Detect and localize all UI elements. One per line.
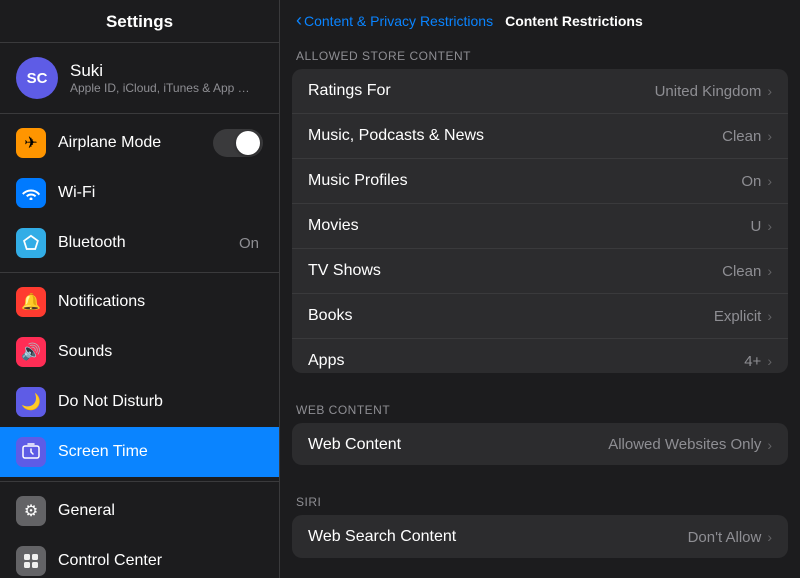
user-profile-row[interactable]: SC Suki Apple ID, iCloud, iTunes & App S… xyxy=(0,43,279,114)
web-search-content-row[interactable]: Web Search Content Don't Allow › xyxy=(292,515,788,558)
chevron-icon: › xyxy=(767,83,772,99)
sidebar-item-label: Notifications xyxy=(58,293,263,311)
web-search-label: Web Search Content xyxy=(308,528,688,546)
chevron-icon: › xyxy=(767,308,772,324)
apps-row[interactable]: Apps 4+ › xyxy=(292,339,788,373)
screen-time-icon xyxy=(16,437,46,467)
sidebar-item-label: Wi-Fi xyxy=(58,184,263,202)
sidebar-item-wifi[interactable]: Wi-Fi xyxy=(0,168,279,218)
apps-value: 4+ xyxy=(744,353,761,370)
sidebar-item-do-not-disturb[interactable]: 🌙 Do Not Disturb xyxy=(0,377,279,427)
tv-shows-value: Clean xyxy=(722,263,761,280)
tv-shows-row[interactable]: TV Shows Clean › xyxy=(292,249,788,294)
nav-back-label: Content & Privacy Restrictions xyxy=(304,13,493,29)
chevron-icon: › xyxy=(767,173,772,189)
sidebar-item-sounds[interactable]: 🔊 Sounds xyxy=(0,327,279,377)
web-search-value: Don't Allow xyxy=(688,529,762,546)
notifications-icon: 🔔 xyxy=(16,287,46,317)
wifi-icon xyxy=(16,178,46,208)
sidebar-item-label: Bluetooth xyxy=(58,234,239,252)
sidebar-item-notifications[interactable]: 🔔 Notifications xyxy=(0,277,279,327)
user-subtitle: Apple ID, iCloud, iTunes & App St... xyxy=(70,81,250,95)
main-panel: ‹ Content & Privacy Restrictions Content… xyxy=(280,0,800,578)
books-row[interactable]: Books Explicit › xyxy=(292,294,788,339)
chevron-icon: › xyxy=(767,263,772,279)
music-profiles-value: On xyxy=(741,173,761,190)
books-value: Explicit xyxy=(714,308,762,325)
apps-label: Apps xyxy=(308,352,744,370)
music-podcasts-news-row[interactable]: Music, Podcasts & News Clean › xyxy=(292,114,788,159)
nav-bar: ‹ Content & Privacy Restrictions Content… xyxy=(280,0,800,39)
toggle-knob xyxy=(236,131,260,155)
sidebar-group-alerts: 🔔 Notifications 🔊 Sounds 🌙 Do Not Distur… xyxy=(0,273,279,482)
music-podcasts-label: Music, Podcasts & News xyxy=(308,127,722,145)
bluetooth-icon: ⬠ xyxy=(16,228,46,258)
ratings-for-value: United Kingdom xyxy=(655,83,762,100)
nav-back-button[interactable]: ‹ Content & Privacy Restrictions xyxy=(296,10,493,31)
movies-row[interactable]: Movies U › xyxy=(292,204,788,249)
sidebar-item-general[interactable]: ⚙ General xyxy=(0,486,279,536)
sidebar-item-airplane-mode[interactable]: ✈ Airplane Mode xyxy=(0,118,279,168)
avatar: SC xyxy=(16,57,58,99)
sidebar-title: Settings xyxy=(0,0,279,43)
sidebar: Settings SC Suki Apple ID, iCloud, iTune… xyxy=(0,0,280,578)
sidebar-item-control-center[interactable]: Control Center xyxy=(0,536,279,578)
back-arrow-icon: ‹ xyxy=(296,10,302,31)
user-info: Suki Apple ID, iCloud, iTunes & App St..… xyxy=(70,61,250,95)
chevron-icon: › xyxy=(767,128,772,144)
ratings-for-row[interactable]: Ratings For United Kingdom › xyxy=(292,69,788,114)
music-profiles-row[interactable]: Music Profiles On › xyxy=(292,159,788,204)
bluetooth-value: On xyxy=(239,235,259,252)
chevron-icon: › xyxy=(767,218,772,234)
sidebar-item-label: Screen Time xyxy=(58,443,263,461)
sidebar-item-label: Control Center xyxy=(58,552,263,570)
siri-group: Web Search Content Don't Allow › xyxy=(292,515,788,558)
books-label: Books xyxy=(308,307,714,325)
web-content-group: Web Content Allowed Websites Only › xyxy=(292,423,788,466)
web-content-row[interactable]: Web Content Allowed Websites Only › xyxy=(292,423,788,466)
sidebar-item-label: Do Not Disturb xyxy=(58,393,263,411)
movies-value: U xyxy=(750,218,761,235)
sidebar-item-bluetooth[interactable]: ⬠ Bluetooth On xyxy=(0,218,279,268)
section-label-siri: SIRI xyxy=(280,485,800,515)
airplane-mode-icon: ✈ xyxy=(16,128,46,158)
sidebar-item-screen-time[interactable]: Screen Time xyxy=(0,427,279,477)
allowed-store-content-group: Ratings For United Kingdom › Music, Podc… xyxy=(292,69,788,373)
web-content-label: Web Content xyxy=(308,436,608,454)
sidebar-group-system: ⚙ General Control Center ☀ Display & Bri… xyxy=(0,482,279,578)
airplane-mode-toggle[interactable] xyxy=(213,129,263,157)
do-not-disturb-icon: 🌙 xyxy=(16,387,46,417)
music-profiles-label: Music Profiles xyxy=(308,172,741,190)
ratings-for-label: Ratings For xyxy=(308,82,655,100)
sidebar-item-label: Airplane Mode xyxy=(58,134,213,152)
chevron-icon: › xyxy=(767,437,772,453)
chevron-icon: › xyxy=(767,529,772,545)
movies-label: Movies xyxy=(308,217,750,235)
sidebar-item-label: Sounds xyxy=(58,343,263,361)
music-podcasts-value: Clean xyxy=(722,128,761,145)
sounds-icon: 🔊 xyxy=(16,337,46,367)
web-content-value: Allowed Websites Only xyxy=(608,436,761,453)
section-label-web-content: WEB CONTENT xyxy=(280,393,800,423)
nav-current-label: Content Restrictions xyxy=(505,13,643,29)
section-label-allowed-store: ALLOWED STORE CONTENT xyxy=(280,39,800,69)
tv-shows-label: TV Shows xyxy=(308,262,722,280)
control-center-icon xyxy=(16,546,46,576)
chevron-icon: › xyxy=(767,353,772,369)
general-icon: ⚙ xyxy=(16,496,46,526)
user-name: Suki xyxy=(70,61,250,81)
sidebar-group-connectivity: ✈ Airplane Mode Wi-Fi ⬠ Bluetooth On xyxy=(0,114,279,273)
sidebar-item-label: General xyxy=(58,502,263,520)
